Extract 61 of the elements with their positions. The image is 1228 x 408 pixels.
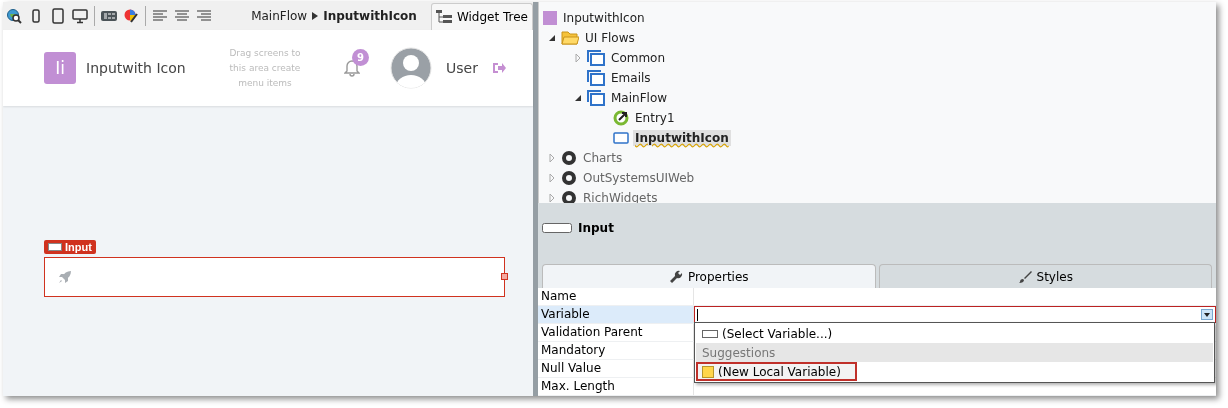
dropdown-option[interactable]: (New Local Variable) bbox=[696, 362, 857, 381]
brush-icon bbox=[1017, 269, 1032, 284]
app-name: Inputwith Icon bbox=[86, 60, 187, 76]
widget-name: Input bbox=[578, 221, 614, 236]
entry-icon bbox=[613, 110, 629, 126]
property-name[interactable]: Variable bbox=[538, 306, 694, 323]
tree-item[interactable]: Charts bbox=[581, 150, 625, 166]
ring-icon bbox=[561, 170, 577, 186]
logout-icon[interactable] bbox=[491, 62, 506, 74]
app-logo: Ii bbox=[44, 52, 76, 84]
tree-item[interactable]: OutSystemsUIWeb bbox=[581, 170, 697, 186]
suggestions-header: Suggestions bbox=[696, 343, 1213, 362]
square-icon bbox=[702, 365, 714, 378]
tree-item[interactable]: Common bbox=[609, 50, 668, 66]
windows-icon bbox=[587, 70, 605, 86]
css-icon[interactable] bbox=[101, 8, 117, 24]
tree-item[interactable]: InputwithIcon bbox=[633, 130, 731, 146]
module-icon bbox=[543, 11, 557, 25]
wrench-icon bbox=[668, 269, 683, 284]
input-widget-icon bbox=[702, 329, 718, 338]
resize-handle[interactable] bbox=[501, 273, 508, 280]
tree-item[interactable]: Entry1 bbox=[633, 110, 677, 126]
widget-label: Input bbox=[44, 240, 96, 254]
tree-icon bbox=[435, 10, 452, 24]
user-name: User bbox=[446, 60, 478, 76]
ring-icon bbox=[561, 190, 577, 204]
tree-item[interactable]: UI Flows bbox=[583, 30, 637, 46]
align-right-icon[interactable] bbox=[196, 8, 212, 24]
breadcrumb-item[interactable]: InputwithIcon bbox=[323, 9, 417, 23]
input-field[interactable] bbox=[44, 257, 505, 297]
panel-tab[interactable]: Properties bbox=[542, 264, 876, 288]
tree-item[interactable]: InputwithIcon bbox=[561, 10, 647, 26]
tree-item[interactable]: MainFlow bbox=[609, 90, 670, 106]
caret-right-icon bbox=[312, 12, 319, 20]
tablet-icon[interactable] bbox=[50, 8, 66, 24]
collapse-icon[interactable] bbox=[574, 94, 582, 102]
ring-icon bbox=[561, 150, 577, 166]
tree-item[interactable]: Emails bbox=[609, 70, 653, 86]
input-widget-icon bbox=[48, 243, 62, 251]
widget-tree-tab[interactable]: Widget Tree bbox=[430, 3, 533, 30]
dropdown-icon[interactable] bbox=[1201, 309, 1213, 320]
panel-tab[interactable]: Styles bbox=[878, 264, 1212, 288]
windows-icon bbox=[587, 90, 605, 106]
align-left-icon[interactable] bbox=[152, 8, 168, 24]
rocket-icon bbox=[58, 270, 72, 284]
input-widget-icon bbox=[542, 223, 572, 234]
breadcrumb-item[interactable]: MainFlow bbox=[251, 9, 308, 23]
color-wheel-icon[interactable] bbox=[123, 8, 139, 24]
menu-hint: Drag screens to this area create menu items bbox=[228, 46, 302, 90]
folder-icon bbox=[561, 31, 579, 45]
bell-icon[interactable] bbox=[344, 59, 360, 77]
collapse-icon[interactable] bbox=[548, 34, 556, 42]
globe-search-icon[interactable] bbox=[6, 8, 22, 24]
windows-icon bbox=[587, 50, 605, 66]
notification-badge: 9 bbox=[352, 49, 369, 66]
screen-icon bbox=[613, 131, 629, 145]
monitor-icon[interactable] bbox=[72, 8, 88, 24]
dropdown-option[interactable]: (Select Variable...) bbox=[696, 324, 1213, 343]
property-name[interactable]: Name bbox=[538, 288, 694, 305]
avatar-icon bbox=[390, 47, 432, 89]
align-center-icon[interactable] bbox=[174, 8, 190, 24]
